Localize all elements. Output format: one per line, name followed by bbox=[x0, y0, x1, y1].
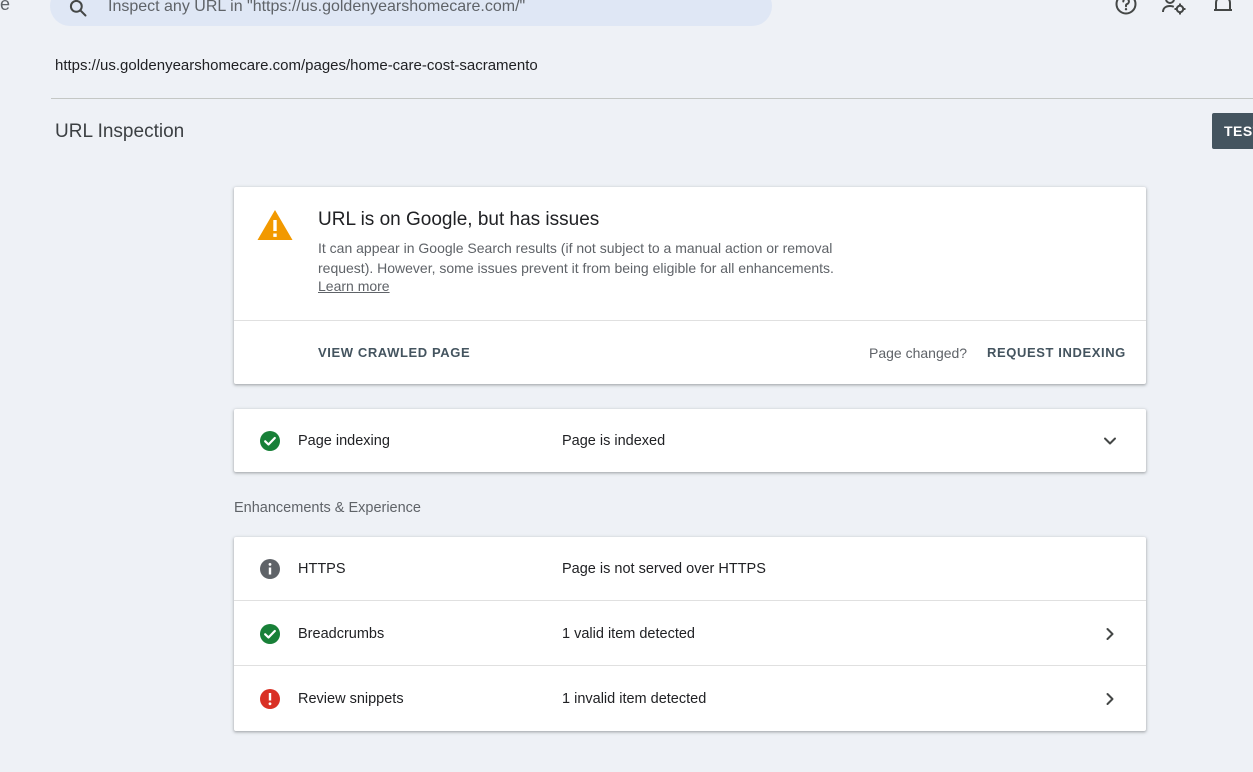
page-indexing-label: Page indexing bbox=[298, 433, 390, 449]
page-changed-text: Page changed? bbox=[869, 345, 968, 361]
url-search-bar[interactable]: Inspect any URL in "https://us.goldenyea… bbox=[50, 0, 772, 26]
search-console-settings-icon[interactable] bbox=[1162, 0, 1188, 21]
index-status-card: URL is on Google, but has issues It can … bbox=[234, 187, 1146, 384]
chevron-right-icon[interactable] bbox=[1100, 624, 1120, 649]
enhancements-card: HTTPS Page is not served over HTTPS Brea… bbox=[234, 537, 1146, 731]
review-snippets-value: 1 invalid item detected bbox=[562, 691, 707, 707]
enhancements-section-label: Enhancements & Experience bbox=[234, 500, 421, 516]
card-divider bbox=[234, 320, 1146, 321]
search-input[interactable]: Inspect any URL in "https://us.goldenyea… bbox=[108, 0, 525, 16]
page-indexing-value: Page is indexed bbox=[562, 433, 666, 449]
https-row: HTTPS Page is not served over HTTPS bbox=[234, 537, 1146, 601]
error-icon bbox=[259, 688, 281, 710]
page-title: URL Inspection bbox=[55, 121, 185, 142]
chevron-right-icon[interactable] bbox=[1100, 689, 1120, 714]
check-circle-icon bbox=[259, 430, 281, 452]
chevron-down-icon[interactable] bbox=[1100, 431, 1120, 456]
review-snippets-label: Review snippets bbox=[298, 691, 404, 707]
https-label: HTTPS bbox=[298, 561, 346, 577]
row-divider bbox=[234, 665, 1146, 666]
page-indexing-card[interactable]: Page indexing Page is indexed bbox=[234, 409, 1146, 472]
page-indexing-row[interactable]: Page indexing Page is indexed bbox=[234, 409, 1146, 473]
breadcrumbs-row[interactable]: Breadcrumbs 1 valid item detected bbox=[234, 602, 1146, 666]
https-value: Page is not served over HTTPS bbox=[562, 561, 766, 577]
notifications-icon[interactable] bbox=[1212, 0, 1234, 21]
help-icon[interactable] bbox=[1114, 0, 1138, 21]
status-headline: URL is on Google, but has issues bbox=[318, 209, 600, 230]
check-circle-icon bbox=[259, 623, 281, 645]
left-stub-text: e bbox=[0, 0, 11, 14]
learn-more-link[interactable]: Learn more bbox=[318, 278, 390, 294]
breadcrumbs-value: 1 valid item detected bbox=[562, 626, 695, 642]
inspected-url: https://us.goldenyearshomecare.com/pages… bbox=[55, 57, 538, 74]
view-crawled-page-button[interactable]: VIEW CRAWLED PAGE bbox=[318, 345, 470, 360]
review-snippets-row[interactable]: Review snippets 1 invalid item detected bbox=[234, 667, 1146, 731]
row-divider bbox=[234, 600, 1146, 601]
breadcrumbs-label: Breadcrumbs bbox=[298, 626, 385, 642]
header-divider bbox=[51, 98, 1253, 99]
status-description: It can appear in Google Search results (… bbox=[318, 240, 834, 276]
info-icon bbox=[259, 558, 281, 580]
search-icon[interactable] bbox=[68, 0, 88, 23]
request-indexing-button[interactable]: REQUEST INDEXING bbox=[987, 345, 1126, 360]
test-live-url-button[interactable]: TEST bbox=[1212, 113, 1253, 149]
warning-icon bbox=[256, 208, 294, 247]
